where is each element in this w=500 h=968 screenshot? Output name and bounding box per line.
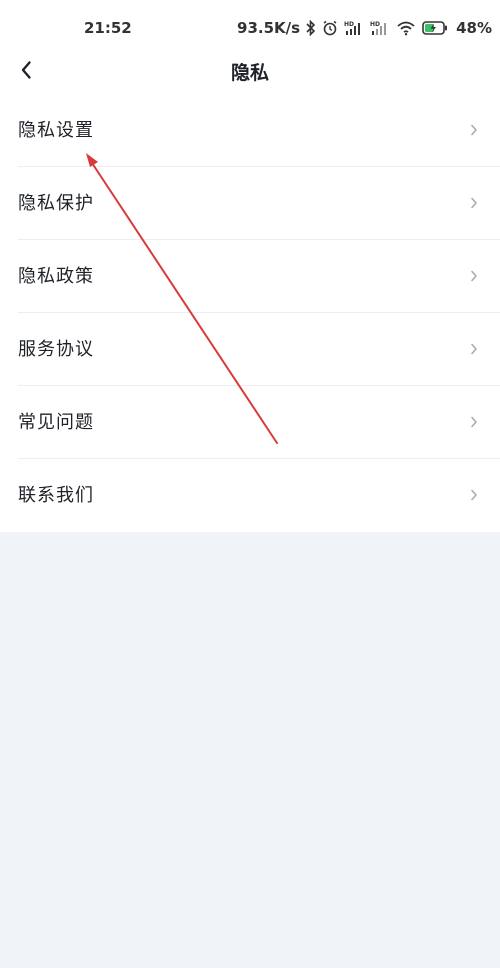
menu-item-label: 联系我们 <box>18 485 94 506</box>
menu-item-faq[interactable]: 常见问题 <box>0 386 500 459</box>
hd-signal-icon: HD <box>344 20 364 36</box>
battery-percent: 48% <box>456 19 492 37</box>
wifi-icon <box>396 20 416 36</box>
svg-text:HD: HD <box>344 21 354 28</box>
chevron-right-icon <box>471 124 477 136</box>
menu-item-service-agreement[interactable]: 服务协议 <box>0 313 500 386</box>
status-time: 21:52 <box>84 19 132 37</box>
navigation-bar: 隐私 <box>0 56 500 94</box>
menu-item-privacy-protection[interactable]: 隐私保护 <box>0 167 500 240</box>
status-icons: 93.5K/s HD HD 48% <box>237 16 492 40</box>
alarm-icon <box>322 20 338 36</box>
hd-signal-icon: HD <box>370 20 390 36</box>
menu-item-label: 隐私保护 <box>18 193 94 214</box>
menu-item-label: 隐私设置 <box>18 120 94 141</box>
menu-item-label: 隐私政策 <box>18 266 94 287</box>
svg-text:HD: HD <box>370 21 380 28</box>
chevron-right-icon <box>471 489 477 501</box>
menu-item-label: 常见问题 <box>18 412 94 433</box>
status-bar: 21:52 93.5K/s HD HD 48% <box>0 0 500 56</box>
network-speed: 93.5K/s <box>237 19 301 37</box>
chevron-right-icon <box>471 270 477 282</box>
menu-item-label: 服务协议 <box>18 339 94 360</box>
menu-item-privacy-settings[interactable]: 隐私设置 <box>0 94 500 167</box>
bluetooth-icon <box>306 20 316 36</box>
chevron-right-icon <box>471 343 477 355</box>
privacy-menu-list: 隐私设置 隐私保护 隐私政策 服务协议 常见问题 联系我们 <box>0 94 500 532</box>
chevron-right-icon <box>471 416 477 428</box>
page-title: 隐私 <box>230 62 269 84</box>
menu-item-privacy-policy[interactable]: 隐私政策 <box>0 240 500 313</box>
battery-charging-icon <box>422 21 448 35</box>
chevron-right-icon <box>471 197 477 209</box>
menu-item-contact-us[interactable]: 联系我们 <box>0 459 500 532</box>
